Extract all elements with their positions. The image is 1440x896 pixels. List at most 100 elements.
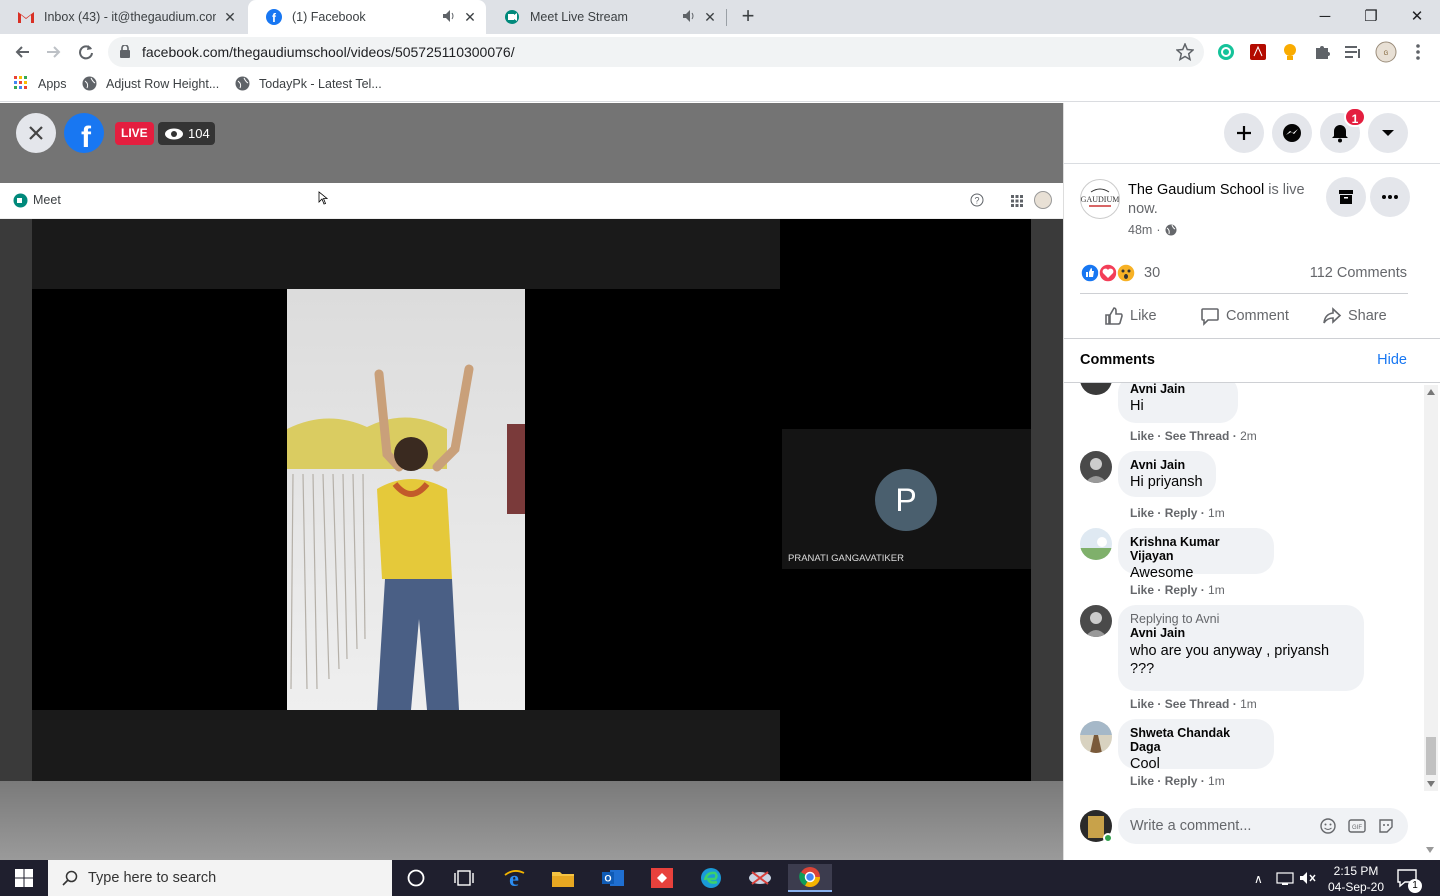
post-side-panel: 1 GAUDIUM The Gaudium School is live now…: [1063, 103, 1440, 860]
commenter-name[interactable]: Krishna Kumar Vijayan: [1130, 535, 1262, 563]
comment-time[interactable]: 1m: [1208, 583, 1225, 597]
speaker-icon[interactable]: [442, 9, 456, 25]
scrollbar-thumb[interactable]: [1426, 737, 1436, 775]
anydesk-icon[interactable]: [642, 864, 682, 892]
pdf-extension-icon[interactable]: [1244, 38, 1272, 66]
reload-icon[interactable]: [72, 38, 100, 66]
clock[interactable]: 2:15 PM 04-Sep-20: [1324, 863, 1388, 895]
bookmark-star-icon[interactable]: [1175, 42, 1195, 66]
show-hidden-icons[interactable]: ∧: [1254, 872, 1263, 886]
tab-facebook[interactable]: f (1) Facebook ✕: [248, 0, 486, 34]
tab-close-icon[interactable]: ✕: [462, 9, 478, 25]
bookmark-adjust-row-height[interactable]: Adjust Row Height...: [82, 76, 219, 92]
comment-thread-link[interactable]: See Thread: [1165, 429, 1230, 443]
window-close-icon[interactable]: ✕: [1394, 0, 1440, 32]
hide-comments-link[interactable]: Hide: [1377, 352, 1407, 368]
more-options-button[interactable]: [1370, 177, 1410, 217]
internet-explorer-icon[interactable]: e: [494, 864, 534, 892]
commenter-avatar[interactable]: [1080, 528, 1112, 560]
address-bar[interactable]: facebook.com/thegaudiumschool/videos/505…: [108, 37, 1204, 67]
comment-like-link[interactable]: Like: [1130, 506, 1154, 520]
share-button[interactable]: Share: [1322, 306, 1387, 326]
comment-time[interactable]: 2m: [1240, 429, 1257, 443]
task-view-icon[interactable]: [444, 864, 484, 892]
commenter-name[interactable]: Shweta Chandak Daga: [1130, 726, 1262, 754]
media-queue-icon[interactable]: [1340, 38, 1368, 66]
participant-tile: P PRANATI GANGAVATIKER: [782, 429, 1031, 569]
scroll-up-icon: [1427, 389, 1435, 395]
commenter-avatar[interactable]: [1080, 383, 1112, 395]
comment-reply-link[interactable]: Reply: [1165, 506, 1198, 520]
meet-label: Meet: [33, 193, 61, 207]
create-button[interactable]: [1224, 113, 1264, 153]
commenter-name[interactable]: Avni Jain: [1130, 458, 1204, 472]
bookmark-apps[interactable]: Apps: [14, 76, 67, 92]
messenger-button[interactable]: [1272, 113, 1312, 153]
comment-thread-link[interactable]: See Thread: [1165, 697, 1230, 711]
page-name-link[interactable]: The Gaudium School: [1128, 182, 1264, 198]
save-post-button[interactable]: [1326, 177, 1366, 217]
windows-start-icon[interactable]: [2, 864, 46, 892]
comment-reply-link[interactable]: Reply: [1165, 583, 1198, 597]
speaker-icon[interactable]: [682, 9, 696, 25]
search-icon: [62, 870, 78, 886]
new-tab-button[interactable]: +: [736, 5, 760, 29]
letterbox-top: [32, 219, 780, 289]
commenter-name[interactable]: Avni Jain: [1130, 626, 1352, 640]
tab-close-icon[interactable]: ✕: [222, 9, 238, 25]
live-badge: LIVE: [115, 122, 154, 145]
commenter-avatar[interactable]: [1080, 721, 1112, 753]
bulb-extension-icon[interactable]: [1276, 38, 1304, 66]
edge-icon[interactable]: [691, 864, 731, 892]
file-explorer-icon[interactable]: [543, 864, 583, 892]
profile-avatar[interactable]: G: [1372, 38, 1400, 66]
page-avatar[interactable]: GAUDIUM: [1080, 179, 1120, 219]
lock-icon[interactable]: [120, 44, 130, 63]
grammarly-extension-icon[interactable]: [1212, 38, 1240, 66]
tab-meet[interactable]: Meet Live Stream ✕: [486, 0, 726, 34]
comment-like-link[interactable]: Like: [1130, 697, 1154, 711]
comment-time[interactable]: 1m: [1208, 506, 1225, 520]
comment-reply-link[interactable]: Reply: [1165, 774, 1198, 788]
comment-like-link[interactable]: Like: [1130, 774, 1154, 788]
back-arrow-icon[interactable]: [8, 38, 36, 66]
post-time[interactable]: 48m: [1128, 223, 1152, 237]
comment-time[interactable]: 1m: [1240, 697, 1257, 711]
comments-count[interactable]: 112 Comments: [1310, 265, 1407, 281]
extensions-puzzle-icon[interactable]: [1308, 38, 1336, 66]
taskbar-search[interactable]: Type here to search: [48, 860, 392, 896]
outlook-icon[interactable]: O: [593, 864, 633, 892]
volume-muted-icon[interactable]: [1299, 871, 1317, 890]
facebook-logo-icon[interactable]: f: [64, 113, 104, 154]
viewer-count: 104: [158, 122, 215, 145]
restore-icon[interactable]: ❐: [1348, 0, 1394, 32]
comment-button[interactable]: Comment: [1200, 306, 1289, 326]
comment-input[interactable]: Write a comment... GIF: [1118, 808, 1408, 844]
chrome-menu-icon[interactable]: [1404, 38, 1432, 66]
forward-arrow-icon[interactable]: [40, 38, 68, 66]
commenter-avatar[interactable]: [1080, 451, 1112, 483]
comment-input-placeholder: Write a comment...: [1130, 818, 1252, 834]
divider: [1080, 293, 1408, 294]
reactions-summary[interactable]: 30: [1080, 263, 1160, 283]
close-video-button[interactable]: [16, 113, 56, 153]
comments-scrollbar[interactable]: [1424, 385, 1438, 791]
account-menu-button[interactable]: [1368, 113, 1408, 153]
globe-icon: [82, 76, 98, 92]
comment-time[interactable]: 1m: [1208, 774, 1225, 788]
snipping-tool-icon[interactable]: [740, 864, 780, 892]
chrome-taskbar-icon[interactable]: [788, 864, 832, 892]
video-player[interactable]: f LIVE 104 Meet ? P PRANATI GANGAVATIKER: [0, 103, 1063, 860]
minimize-icon[interactable]: ─: [1302, 0, 1348, 32]
commenter-name[interactable]: Avni Jain: [1130, 383, 1226, 396]
cortana-icon[interactable]: [396, 864, 436, 892]
commenter-avatar[interactable]: [1080, 605, 1112, 637]
tab-close-icon[interactable]: ✕: [702, 9, 718, 25]
comment-like-link[interactable]: Like: [1130, 583, 1154, 597]
network-icon[interactable]: [1276, 871, 1294, 890]
comment-like-link[interactable]: Like: [1130, 429, 1154, 443]
action-center-badge: 1: [1408, 879, 1422, 893]
like-button[interactable]: Like: [1104, 306, 1157, 326]
tab-gmail[interactable]: Inbox (43) - it@thegaudium.com ✕: [0, 0, 246, 34]
bookmark-todaypk[interactable]: TodayPk - Latest Tel...: [235, 76, 382, 92]
